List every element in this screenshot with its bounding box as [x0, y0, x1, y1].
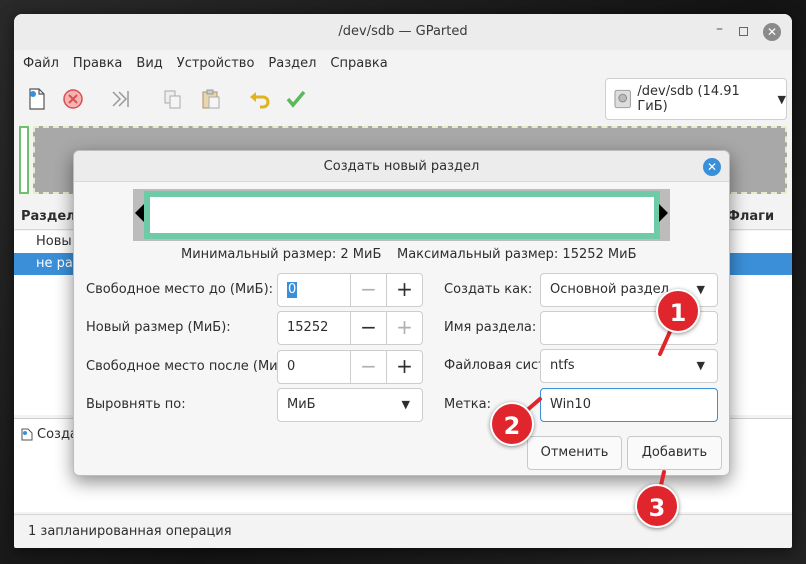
align-label: Выровнять по: — [86, 397, 186, 412]
menu-bar: Файл Правка Вид Устройство Раздел Справк… — [14, 50, 792, 76]
add-button[interactable]: Добавить — [627, 436, 722, 470]
paste-icon — [202, 89, 220, 108]
align-select[interactable]: МиБ ▼ — [277, 388, 423, 422]
menu-view[interactable]: Вид — [136, 56, 162, 71]
new-size-label: Новый размер (МиБ): — [86, 320, 231, 335]
delete-partition-button[interactable] — [60, 86, 86, 112]
copy-button[interactable] — [160, 86, 186, 112]
undo-button[interactable] — [247, 86, 273, 112]
align-value: МиБ — [287, 397, 316, 412]
device-selector[interactable]: /dev/sdb (14.91 ГиБ) ▼ — [605, 78, 787, 120]
step-badge-1: 1 — [656, 289, 700, 333]
cancel-button[interactable]: Отменить — [527, 436, 622, 470]
dialog-title: Создать новый раздел — [74, 151, 729, 182]
toolbar: /dev/sdb (14.91 ГиБ) ▼ — [14, 76, 792, 126]
free-after-input[interactable]: 0 — [277, 350, 351, 384]
operation-item[interactable]: Созда — [21, 427, 78, 442]
free-after-stepper[interactable]: 0 − + — [277, 350, 423, 384]
menu-help[interactable]: Справка — [330, 56, 387, 71]
close-window-button[interactable]: ✕ — [763, 23, 781, 41]
free-after-decrement-button[interactable]: − — [351, 350, 387, 384]
filesystem-value: ntfs — [550, 358, 575, 373]
new-partition-button[interactable] — [24, 86, 50, 112]
filesystem-select[interactable]: ntfs ▼ — [540, 349, 718, 383]
new-size-decrement-button[interactable]: − — [351, 311, 387, 345]
right-handle-icon[interactable] — [659, 204, 668, 222]
create-as-label: Создать как: — [444, 282, 533, 297]
menu-partition[interactable]: Раздел — [268, 56, 316, 71]
dialog-close-button[interactable]: ✕ — [703, 158, 721, 176]
new-icon — [29, 87, 45, 110]
partition-block[interactable] — [19, 126, 29, 194]
label-input[interactable]: Win10 — [540, 388, 718, 422]
new-size-stepper[interactable]: 15252 − + — [277, 311, 423, 345]
min-size-text: Минимальный размер: 2 МиБ — [181, 247, 382, 262]
menu-device[interactable]: Устройство — [177, 56, 255, 71]
step-badge-2: 2 — [490, 402, 534, 446]
maximize-icon — [739, 27, 748, 36]
left-handle-icon[interactable] — [135, 204, 144, 222]
partition-resizer[interactable] — [133, 189, 670, 241]
minimize-button[interactable]: – — [716, 14, 723, 47]
new-icon — [21, 428, 33, 441]
copy-icon — [164, 90, 181, 108]
maximize-button[interactable] — [739, 14, 748, 50]
title-bar: /dev/sdb — GParted – ✕ — [14, 14, 792, 50]
device-label: /dev/sdb (14.91 ГиБ) — [637, 84, 740, 114]
create-partition-dialog: Создать новый раздел ✕ Минимальный разме… — [73, 150, 730, 476]
free-after-label: Свободное место после (МиБ): — [86, 359, 296, 374]
menu-edit[interactable]: Правка — [73, 56, 122, 71]
max-size-text: Максимальный размер: 15252 МиБ — [397, 247, 637, 262]
free-after-increment-button[interactable]: + — [387, 350, 423, 384]
undo-icon — [250, 91, 270, 108]
disk-icon — [614, 89, 631, 109]
apply-button[interactable] — [283, 86, 309, 112]
chevron-down-icon: ▼ — [401, 398, 410, 411]
menu-file[interactable]: Файл — [23, 56, 59, 71]
delete-icon — [63, 88, 83, 109]
column-partition[interactable]: Раздел — [21, 209, 76, 224]
apply-icon — [286, 90, 306, 108]
new-size-input[interactable]: 15252 — [277, 311, 351, 345]
window-title: /dev/sdb — GParted — [338, 24, 468, 39]
chevron-down-icon: ▼ — [777, 92, 786, 106]
step-badge-3: 3 — [635, 484, 679, 528]
operation-label: Созда — [37, 427, 78, 442]
resize-move-button[interactable] — [108, 86, 134, 112]
free-before-input[interactable]: 0 — [277, 273, 351, 307]
partition-name-label: Имя раздела: — [444, 320, 537, 335]
free-before-label: Свободное место до (МиБ): — [86, 282, 274, 297]
chevron-down-icon: ▼ — [696, 359, 705, 372]
column-flags[interactable]: Флаги — [727, 209, 774, 224]
free-before-decrement-button[interactable]: − — [351, 273, 387, 307]
free-before-increment-button[interactable]: + — [387, 273, 423, 307]
new-size-increment-button[interactable]: + — [387, 311, 423, 345]
label-label: Метка: — [444, 397, 491, 412]
paste-button[interactable] — [198, 86, 224, 112]
resize-icon — [112, 90, 129, 107]
create-as-value: Основной раздел — [550, 282, 669, 297]
status-bar: 1 запланированная операция — [14, 514, 792, 548]
free-before-stepper[interactable]: 0 − + — [277, 273, 423, 307]
partition-size-bar[interactable] — [144, 191, 660, 239]
